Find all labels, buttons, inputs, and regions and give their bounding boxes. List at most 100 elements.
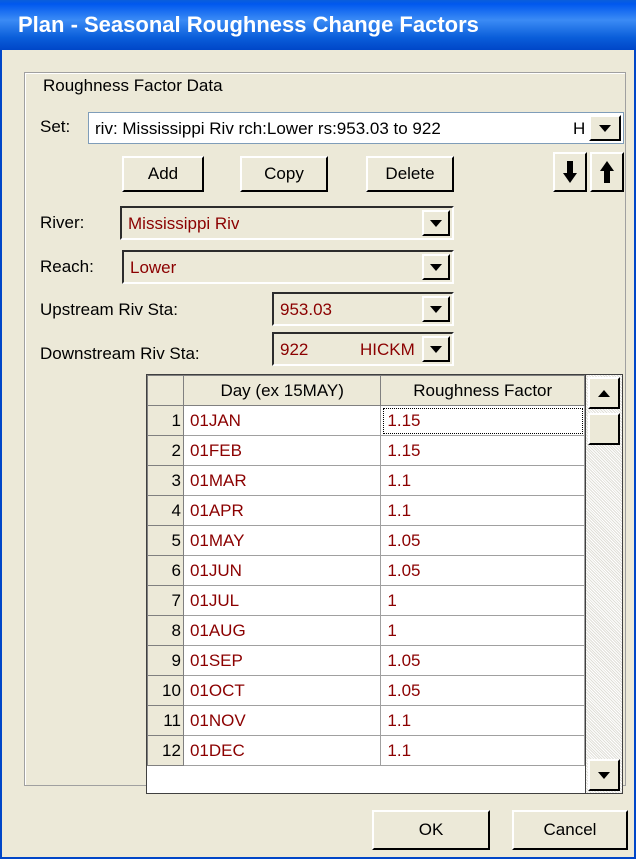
day-cell[interactable]: 01JAN: [182, 405, 382, 436]
column-header-roughness: Roughness Factor: [380, 375, 585, 406]
scroll-up-button[interactable]: [588, 377, 620, 409]
add-button[interactable]: Add: [122, 156, 204, 192]
table-row[interactable]: 10 01OCT 1.05: [147, 675, 585, 706]
table-row[interactable]: 6 01JUN 1.05: [147, 555, 585, 586]
corner-cell: [147, 375, 184, 406]
downstream-value-suffix: HICKM: [360, 340, 415, 359]
table-row[interactable]: 4 01APR 1.1: [147, 495, 585, 526]
day-cell[interactable]: 01SEP: [182, 645, 382, 676]
upstream-dropdown-button[interactable]: [422, 296, 450, 322]
reach-value: Lower: [130, 258, 177, 277]
delete-button[interactable]: Delete: [366, 156, 454, 192]
triangle-up-icon: [598, 389, 610, 397]
column-header-day: Day (ex 15MAY): [182, 375, 382, 406]
roughness-grid: Day (ex 15MAY) Roughness Factor 1 01JAN 1.…: [147, 375, 585, 766]
roughness-factor-cell[interactable]: 1.05: [380, 645, 585, 676]
row-number[interactable]: 4: [147, 495, 184, 526]
day-cell[interactable]: 01JUN: [182, 555, 382, 586]
arrow-up-icon: [600, 161, 614, 183]
arrow-down-icon: [563, 161, 577, 183]
table-scrollbar[interactable]: [585, 374, 623, 794]
table-row[interactable]: 12 01DEC 1.1: [147, 735, 585, 766]
row-number[interactable]: 8: [147, 615, 184, 646]
roughness-factor-cell[interactable]: 1.1: [380, 495, 585, 526]
delete-button-label: Delete: [385, 164, 435, 183]
roughness-factor-cell[interactable]: 1.15: [380, 435, 585, 466]
row-number[interactable]: 10: [147, 675, 184, 706]
river-label: River:: [40, 213, 85, 232]
roughness-factor-cell[interactable]: 1.05: [380, 525, 585, 556]
downstream-dropdown[interactable]: 922 HICKM: [272, 332, 454, 366]
roughness-factor-cell[interactable]: 1.15: [380, 405, 585, 436]
roughness-table[interactable]: Day (ex 15MAY) Roughness Factor 1 01JAN 1.…: [146, 374, 586, 794]
row-number[interactable]: 11: [147, 705, 184, 736]
move-up-button[interactable]: [590, 152, 624, 192]
day-cell[interactable]: 01NOV: [182, 705, 382, 736]
table-row[interactable]: 11 01NOV 1.1: [147, 705, 585, 736]
day-cell[interactable]: 01MAY: [182, 525, 382, 556]
upstream-label: Upstream Riv Sta:: [40, 300, 178, 319]
reach-label: Reach:: [40, 257, 94, 276]
triangle-down-icon: [430, 305, 442, 313]
downstream-value: 922: [280, 340, 309, 359]
window-title-bar[interactable]: Plan - Seasonal Roughness Change Factors: [0, 0, 636, 50]
river-dropdown[interactable]: Mississippi Riv: [120, 206, 454, 240]
window-title: Plan - Seasonal Roughness Change Factors: [18, 12, 479, 37]
river-value: Mississippi Riv: [128, 214, 240, 233]
roughness-factor-cell[interactable]: 1: [380, 615, 585, 646]
row-number[interactable]: 12: [147, 735, 184, 766]
table-row[interactable]: 2 01FEB 1.15: [147, 435, 585, 466]
scroll-thumb[interactable]: [588, 413, 620, 445]
set-dropdown-button[interactable]: [589, 115, 621, 141]
day-cell[interactable]: 01OCT: [182, 675, 382, 706]
cancel-button[interactable]: Cancel: [512, 810, 628, 850]
row-number[interactable]: 6: [147, 555, 184, 586]
upstream-dropdown[interactable]: 953.03: [272, 292, 454, 326]
roughness-factor-cell[interactable]: 1.1: [380, 705, 585, 736]
roughness-factor-cell[interactable]: 1.1: [380, 465, 585, 496]
day-cell[interactable]: 01APR: [182, 495, 382, 526]
table-row[interactable]: 9 01SEP 1.05: [147, 645, 585, 676]
copy-button-label: Copy: [264, 164, 304, 183]
reach-dropdown-button[interactable]: [422, 254, 450, 280]
add-button-label: Add: [147, 164, 179, 183]
table-row[interactable]: 3 01MAR 1.1: [147, 465, 585, 496]
day-cell[interactable]: 01AUG: [182, 615, 382, 646]
downstream-label: Downstream Riv Sta:: [40, 344, 200, 363]
move-down-button[interactable]: [553, 152, 587, 192]
set-label: Set:: [40, 117, 71, 136]
downstream-dropdown-button[interactable]: [422, 336, 450, 362]
table-row[interactable]: 5 01MAY 1.05: [147, 525, 585, 556]
scroll-down-button[interactable]: [588, 759, 620, 791]
copy-button[interactable]: Copy: [240, 156, 328, 192]
set-value: riv: Mississippi Riv rch:Lower rs:953.03…: [95, 119, 441, 138]
triangle-down-icon: [430, 219, 442, 227]
table-row[interactable]: 8 01AUG 1: [147, 615, 585, 646]
day-cell[interactable]: 01FEB: [182, 435, 382, 466]
row-number[interactable]: 2: [147, 435, 184, 466]
triangle-down-icon: [598, 771, 610, 779]
day-cell[interactable]: 01JUL: [182, 585, 382, 616]
row-number[interactable]: 7: [147, 585, 184, 616]
triangle-down-icon: [430, 263, 442, 271]
row-number[interactable]: 3: [147, 465, 184, 496]
set-dropdown[interactable]: riv: Mississippi Riv rch:Lower rs:953.03…: [88, 112, 624, 144]
ok-button[interactable]: OK: [372, 810, 490, 850]
row-number[interactable]: 1: [147, 405, 184, 436]
table-row[interactable]: 7 01JUL 1: [147, 585, 585, 616]
roughness-factor-cell[interactable]: 1.05: [380, 555, 585, 586]
cancel-button-label: Cancel: [543, 820, 597, 839]
ok-button-label: OK: [418, 820, 444, 839]
table-row[interactable]: 1 01JAN 1.15: [147, 405, 585, 436]
day-cell[interactable]: 01DEC: [182, 735, 382, 766]
river-dropdown-button[interactable]: [422, 210, 450, 236]
roughness-factor-cell[interactable]: 1.1: [380, 735, 585, 766]
day-cell[interactable]: 01MAR: [182, 465, 382, 496]
group-label: Roughness Factor Data: [40, 75, 226, 97]
roughness-factor-cell[interactable]: 1.05: [380, 675, 585, 706]
reach-dropdown[interactable]: Lower: [122, 250, 454, 284]
triangle-down-icon: [599, 124, 611, 132]
row-number[interactable]: 5: [147, 525, 184, 556]
row-number[interactable]: 9: [147, 645, 184, 676]
roughness-factor-cell[interactable]: 1: [380, 585, 585, 616]
